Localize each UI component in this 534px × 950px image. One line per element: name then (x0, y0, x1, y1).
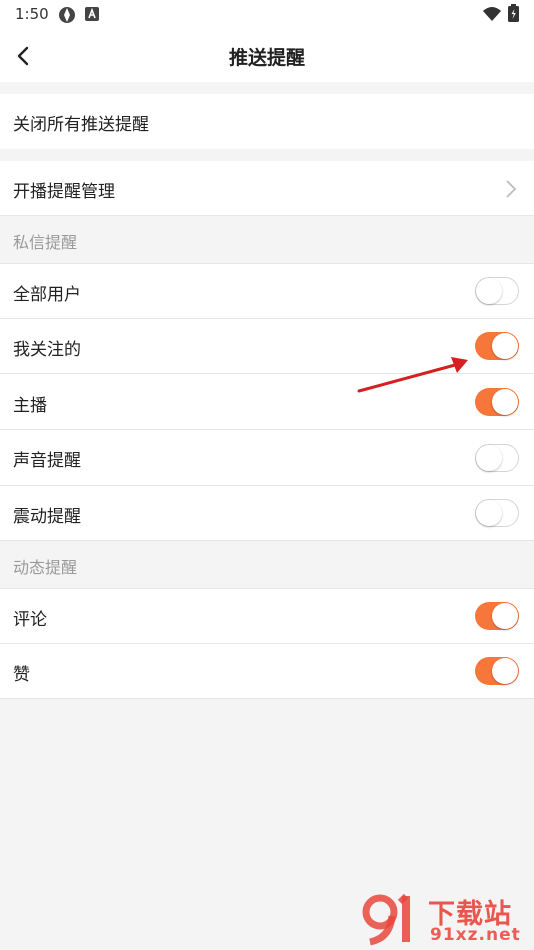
chevron-right-icon (506, 180, 517, 198)
watermark-domain: 91xz.net (430, 925, 521, 945)
battery-icon (508, 4, 519, 22)
status-time: 1:50 (15, 5, 49, 23)
divider (0, 698, 534, 699)
close-all-reminders-label: 关闭所有推送提醒 (13, 115, 149, 135)
toggle-switch[interactable] (475, 499, 519, 527)
list-item-label: 全部用户 (13, 285, 81, 305)
toggle-knob (476, 500, 502, 526)
toggle-switch[interactable] (475, 388, 519, 416)
toggle-knob (492, 603, 518, 629)
wifi-icon (483, 7, 501, 21)
toggle-switch[interactable] (475, 657, 519, 685)
list-item-all-users: 全部用户 (0, 264, 534, 318)
a-notification-icon (85, 7, 99, 21)
toggle-switch[interactable] (475, 332, 519, 360)
list-item-label: 主播 (13, 396, 47, 416)
list-item-vibration: 震动提醒 (0, 486, 534, 540)
section-title: 动态提醒 (13, 558, 78, 577)
toggle-switch[interactable] (475, 602, 519, 630)
watermark-logo-icon (362, 893, 410, 946)
site-watermark: 下载站 91xz.net (360, 890, 530, 946)
live-reminder-manage-row[interactable]: 开播提醒管理 (0, 161, 534, 215)
toggle-knob (492, 389, 518, 415)
toggle-knob (492, 658, 518, 684)
app-notification-icon (59, 7, 75, 23)
list-item-label: 震动提醒 (13, 507, 81, 527)
annotation-arrow-icon (357, 357, 468, 393)
list-item-sound: 声音提醒 (0, 430, 534, 485)
list-item-label: 声音提醒 (13, 451, 81, 471)
toggle-switch[interactable] (475, 277, 519, 305)
list-item-likes: 赞 (0, 644, 534, 698)
dynamic-section-header: 动态提醒 (0, 541, 534, 588)
status-bar: 1:50 (0, 0, 534, 30)
toggle-knob (476, 278, 502, 304)
list-item-label: 赞 (13, 665, 30, 685)
toggle-switch[interactable] (475, 444, 519, 472)
list-item-comments: 评论 (0, 589, 534, 643)
live-reminder-manage-label: 开播提醒管理 (13, 182, 115, 202)
page-title: 推送提醒 (228, 47, 305, 69)
private-message-section-header: 私信提醒 (0, 216, 534, 263)
section-title: 私信提醒 (13, 233, 78, 252)
toggle-knob (492, 333, 518, 359)
close-all-reminders-row[interactable]: 关闭所有推送提醒 (0, 94, 534, 149)
list-item-label: 评论 (13, 610, 47, 630)
top-navigation-bar: 推送提醒 (0, 30, 534, 82)
list-item-label: 我关注的 (13, 340, 81, 360)
toggle-knob (476, 445, 502, 471)
